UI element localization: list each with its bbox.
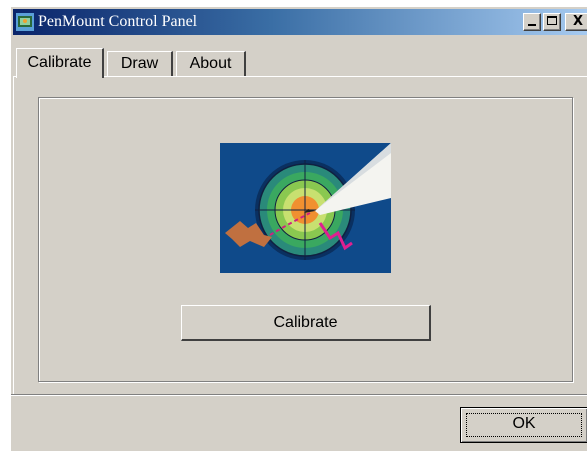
calibrate-tab-panel: Calibrate [13,76,587,394]
tab-draw[interactable]: Draw [107,51,173,76]
calibrate-button[interactable]: Calibrate [181,305,431,341]
ok-label: OK [512,415,536,432]
tab-about[interactable]: About [176,51,246,76]
window-title: PenMount Control Panel [38,13,198,30]
control-panel-window: PenMount Control Panel X Calibrate Draw … [10,6,587,451]
close-icon: X [572,14,584,29]
footer-separator [11,394,587,396]
close-button[interactable]: X [565,13,587,31]
minimize-icon [524,14,540,30]
app-icon [16,13,34,31]
target-calibration-icon [220,143,391,273]
minimize-button[interactable] [523,13,541,31]
calibrate-group: Calibrate [38,97,573,382]
maximize-icon [544,14,560,30]
maximize-button[interactable] [543,13,561,31]
tab-calibrate[interactable]: Calibrate [16,48,104,78]
ok-button[interactable]: OK [460,407,587,443]
title-bar[interactable]: PenMount Control Panel X [13,9,587,35]
